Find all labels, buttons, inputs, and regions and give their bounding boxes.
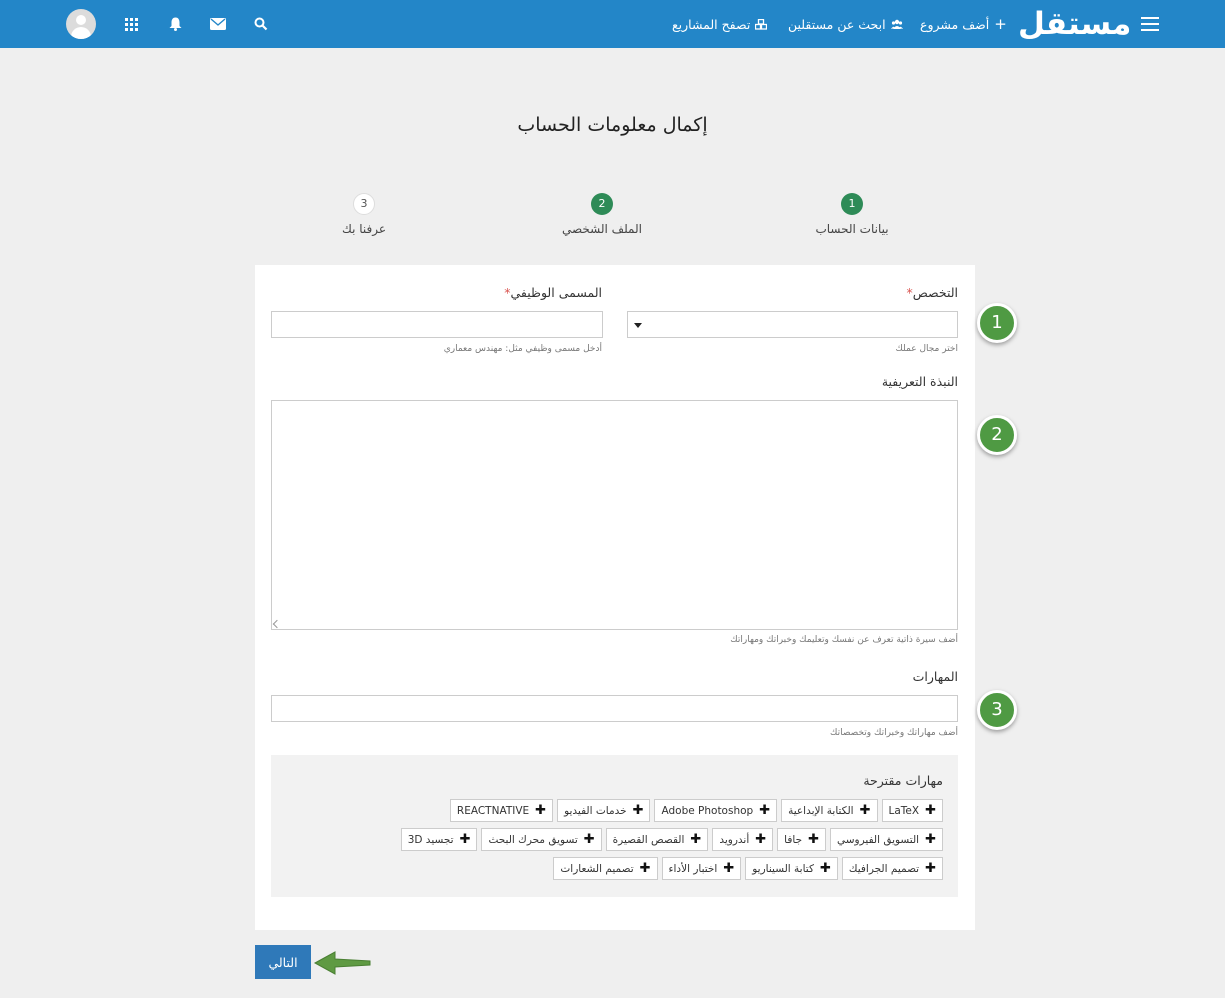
step-number: 1 [841, 193, 863, 215]
step-account-data: 1 بيانات الحساب [772, 193, 932, 236]
envelope-icon[interactable] [209, 0, 227, 48]
step-label: عرفنا بك [341, 222, 387, 236]
skill-chip[interactable]: تصميم الشعارات ✚ [553, 857, 658, 880]
avatar-icon [66, 9, 96, 39]
suggested-skills-list: LaTeX ✚ الكتابة الإبداعية ✚ Adobe Photosho… [333, 799, 943, 880]
step-profile: 2 الملف الشخصي [522, 193, 682, 236]
bio-label: النبذة التعريفية [881, 374, 958, 389]
plus-icon: + [994, 15, 1007, 33]
resize-handle-icon[interactable] [272, 619, 282, 629]
skill-chip[interactable]: جافا ✚ [777, 828, 826, 851]
step-label: الملف الشخصي [562, 222, 642, 236]
bell-icon[interactable] [166, 0, 184, 48]
job-title-input[interactable] [271, 311, 603, 338]
skill-chip[interactable]: تسويق محرك البحث ✚ [481, 828, 602, 851]
profile-form-card: التخصص* اختر مجال عملك المسمى الوظيفي* أ… [255, 265, 975, 930]
plus-icon: ✚ [690, 832, 702, 847]
plus-icon: ✚ [925, 832, 936, 847]
skill-chip[interactable]: LaTeX ✚ [881, 799, 943, 822]
plus-icon: ✚ [639, 861, 651, 876]
page-title: إكمال معلومات الحساب [517, 114, 708, 136]
skill-chip[interactable]: تصميم الجرافيك ✚ [841, 857, 943, 880]
plus-icon: ✚ [723, 861, 735, 876]
bio-textarea[interactable] [271, 400, 958, 630]
skill-chip[interactable]: التسويق الفيروسي ✚ [829, 828, 943, 851]
user-avatar[interactable] [66, 0, 96, 48]
annotation-badge: 3 [977, 690, 1017, 730]
skill-chip[interactable]: خدمات الفيديو ✚ [557, 799, 651, 822]
nav-browse-projects[interactable]: تصفح المشاريع [672, 0, 768, 48]
skill-chip[interactable]: Adobe Photoshop ✚ [654, 799, 778, 822]
search-icon[interactable] [252, 0, 270, 48]
specialty-label: التخصص* [906, 285, 958, 300]
plus-icon: ✚ [583, 832, 595, 847]
skill-chip[interactable]: الكتابة الإبداعية ✚ [781, 799, 878, 822]
annotation-badge: 2 [977, 415, 1017, 455]
bio-hint: أضف سيرة ذاتية تعرف عن نفسك وتعليمك وخبر… [730, 635, 958, 645]
plus-icon: ✚ [632, 803, 644, 818]
arrow-left-icon [313, 951, 371, 975]
job-title-label: المسمى الوظيفي* [504, 285, 602, 300]
plus-icon: ✚ [925, 803, 936, 818]
annotation-badge: 1 [977, 303, 1017, 343]
plus-icon: ✚ [859, 803, 871, 818]
step-number: 3 [353, 193, 375, 215]
suggested-skills-panel: مهارات مقترحة LaTeX ✚ الكتابة الإبداعية ✚ … [271, 755, 958, 897]
step-number: 2 [591, 193, 613, 215]
next-button[interactable]: التالي [255, 945, 311, 979]
nav-browse-projects-label: تصفح المشاريع [672, 16, 751, 32]
skill-chip[interactable]: القصص القصيرة ✚ [605, 828, 709, 851]
plus-icon: ✚ [755, 832, 767, 847]
top-navbar: مستقل أضف مشروع + ابحث عن مستقلين تصفح ا… [0, 0, 1225, 48]
apps-grid-icon[interactable] [122, 0, 140, 48]
step-about-you: 3 عرفنا بك [284, 193, 444, 236]
plus-icon: ✚ [459, 832, 471, 847]
users-icon [890, 19, 903, 29]
suggested-skills-title: مهارات مقترحة [863, 773, 943, 788]
job-title-hint: أدخل مسمى وظيفي مثل: مهندس معماري [443, 344, 602, 354]
step-label: بيانات الحساب [815, 222, 889, 236]
cubes-icon [755, 18, 768, 30]
skill-chip[interactable]: REACTNATIVE ✚ [449, 799, 554, 822]
skill-chip[interactable]: تجسيد 3D ✚ [400, 828, 478, 851]
plus-icon: ✚ [925, 861, 936, 876]
caret-down-icon [634, 323, 642, 328]
nav-add-project-label: أضف مشروع [920, 16, 990, 32]
skill-chip[interactable]: اختبار الأداء ✚ [661, 857, 742, 880]
skills-label: المهارات [912, 669, 958, 684]
menu-icon[interactable] [1138, 0, 1162, 48]
plus-icon: ✚ [819, 861, 831, 876]
specialty-select[interactable] [627, 311, 958, 338]
skill-chip[interactable]: كتابة السيناريو ✚ [745, 857, 838, 880]
skill-chip[interactable]: أندرويد ✚ [712, 828, 774, 851]
skills-input[interactable] [271, 695, 958, 722]
nav-add-project[interactable]: أضف مشروع + [920, 0, 1007, 48]
plus-icon: ✚ [808, 832, 819, 847]
site-logo[interactable]: مستقل [1018, 0, 1132, 48]
plus-icon: ✚ [759, 803, 771, 818]
nav-find-freelancers-label: ابحث عن مستقلين [788, 16, 886, 32]
plus-icon: ✚ [535, 803, 547, 818]
nav-find-freelancers[interactable]: ابحث عن مستقلين [788, 0, 903, 48]
specialty-hint: اختر مجال عملك [895, 344, 958, 354]
skills-hint: أضف مهاراتك وخبراتك وتخصصاتك [830, 728, 958, 738]
